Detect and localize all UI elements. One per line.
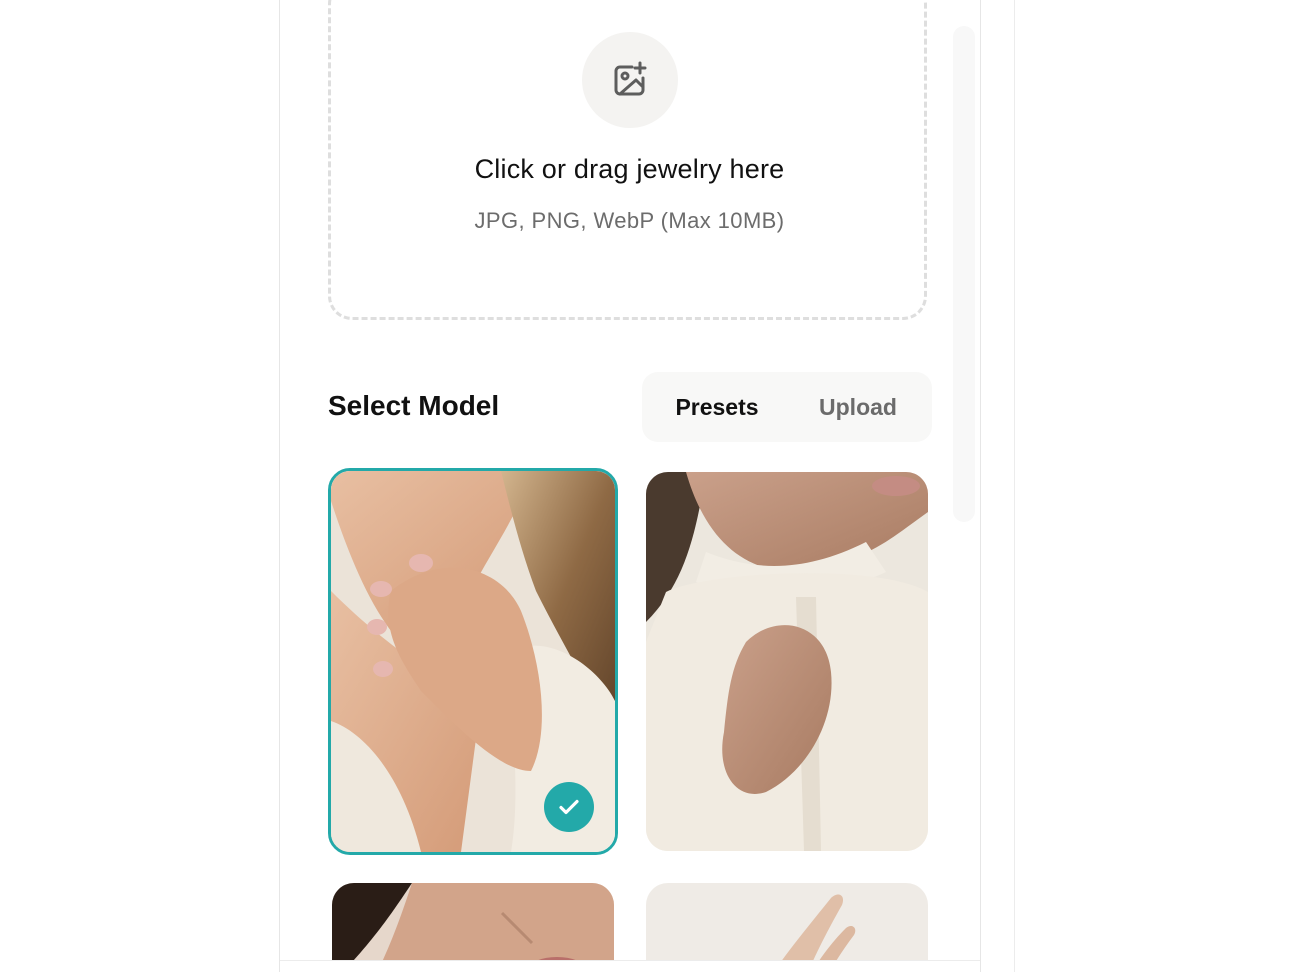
model-source-toggle: Presets Upload bbox=[642, 372, 932, 442]
scrollbar[interactable] bbox=[953, 26, 975, 522]
dropzone-subtitle: JPG, PNG, WebP (Max 10MB) bbox=[474, 208, 785, 233]
model-image-3 bbox=[332, 883, 614, 972]
select-model-heading: Select Model bbox=[328, 390, 500, 421]
model-card-2[interactable] bbox=[646, 472, 928, 851]
bottom-mask bbox=[280, 961, 980, 972]
model-card-4[interactable] bbox=[646, 883, 928, 972]
check-icon bbox=[559, 799, 579, 815]
upload-icon-button[interactable] bbox=[582, 32, 678, 128]
tab-upload[interactable]: Upload bbox=[792, 372, 924, 442]
model-card-3[interactable] bbox=[332, 883, 614, 972]
app-page: Click or drag jewelry here JPG, PNG, Web… bbox=[0, 0, 1296, 972]
image-plus-icon bbox=[614, 61, 647, 96]
selected-check-badge bbox=[544, 782, 594, 832]
model-image-2 bbox=[646, 472, 928, 851]
dropzone-title: Click or drag jewelry here bbox=[474, 154, 785, 184]
outer-border-right bbox=[1014, 0, 1015, 972]
panel-border-left bbox=[279, 0, 280, 972]
panel-border-right bbox=[980, 0, 981, 972]
bottom-divider bbox=[280, 960, 980, 961]
tab-presets[interactable]: Presets bbox=[654, 372, 780, 442]
model-image-4 bbox=[646, 883, 928, 972]
